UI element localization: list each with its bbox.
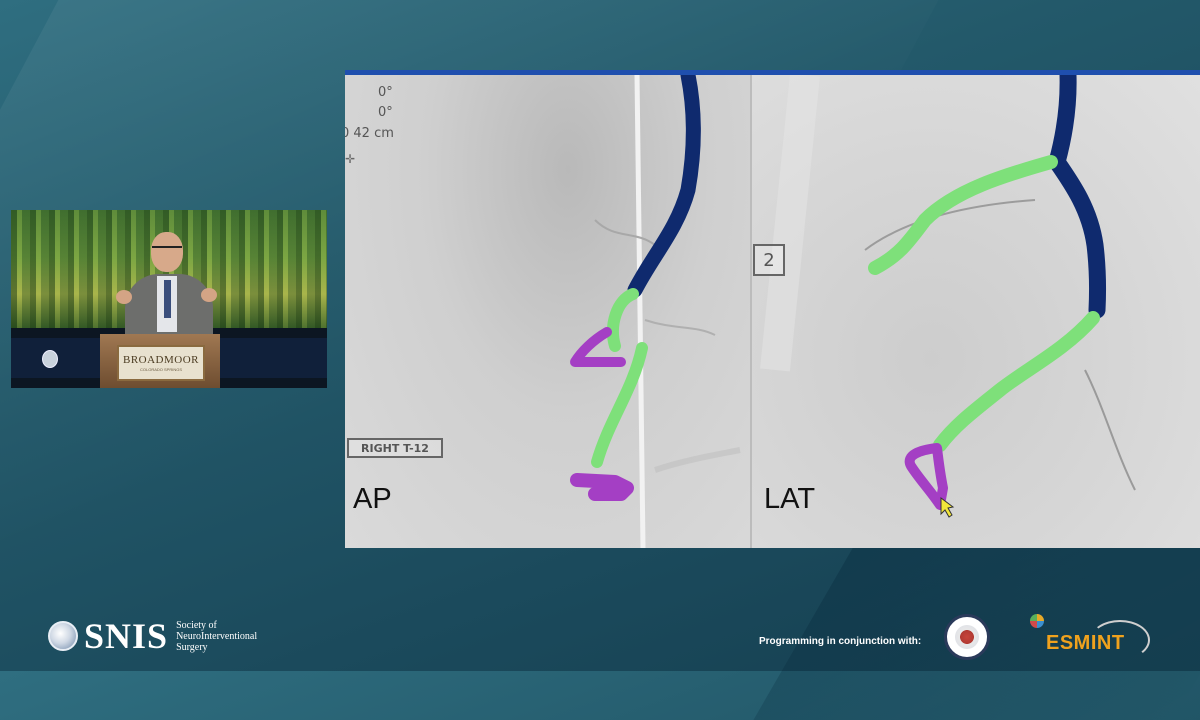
lat-vessel-green-lower <box>933 311 1100 452</box>
snis-logo: SNIS Society of NeuroInterventional Surg… <box>48 615 257 657</box>
speaker-right-hand <box>201 288 217 302</box>
programming-text: Programming in conjunction with: <box>759 636 922 647</box>
cursor-arrow-icon <box>940 497 955 518</box>
snis-name-line-1: Society of <box>176 619 217 631</box>
view-label-ap: AP <box>353 483 392 515</box>
speaker-video-feed[interactable]: BROADMOOR COLORADO SPRINGS <box>11 210 327 388</box>
ap-faint-bone <box>654 447 741 473</box>
ap-catheter-line <box>634 74 646 548</box>
view-label-lat: LAT <box>764 483 816 515</box>
podium-sign-name: BROADMOOR <box>122 354 199 366</box>
ap-faint-vessel-2 <box>644 319 716 336</box>
podium-sign-subtitle: COLORADO SPRINGS <box>139 367 182 372</box>
vessel-overlay <box>570 70 1136 548</box>
lat-faint-vessel-2 <box>1084 369 1136 491</box>
lat-vessel-purple-loop <box>904 443 948 510</box>
esmint-mark-icon <box>1030 614 1044 628</box>
snis-acronym: SNIS <box>84 616 169 656</box>
esmint-logo: ESMINT <box>1030 614 1150 660</box>
snis-name-line-3: Surgery <box>176 641 208 653</box>
slide-top-border <box>345 70 1200 75</box>
angle-readout-1: 0° <box>378 85 393 100</box>
crosshair-icon: ✛ <box>345 152 356 166</box>
ap-vessel-green-upper <box>607 288 639 352</box>
partner-seal-logo <box>944 614 990 660</box>
stage-logo-icon <box>42 350 58 368</box>
speaker-glasses <box>152 246 182 254</box>
speaker-left-hand <box>116 290 132 304</box>
lat-vessel-dark-blue <box>1047 70 1107 319</box>
speaker-tie <box>164 280 171 318</box>
lat-vessel-green-upper <box>868 155 1058 275</box>
esmint-wordmark: ESMINT <box>1046 632 1125 654</box>
lat-faint-bone <box>760 73 820 372</box>
podium-sign: BROADMOOR COLORADO SPRINGS <box>117 345 205 381</box>
ap-faint-vessel <box>594 219 656 246</box>
distance-readout: 0 42 cm <box>345 126 394 141</box>
level-label-box: RIGHT T-12 <box>347 438 443 458</box>
frame-number-box: 2 <box>753 244 785 276</box>
snis-name-line-2: NeuroInterventional <box>176 630 258 642</box>
snis-full-name: Society of NeuroInterventional Surgery <box>176 620 257 653</box>
globe-icon <box>48 621 78 651</box>
angle-readout-2: 0° <box>378 105 393 120</box>
presentation-slide: 0° 0° 0 42 cm ✛ 2 RIGHT T-12 AP LAT <box>345 70 1200 548</box>
ap-vessel-dark-blue <box>627 70 701 298</box>
ap-vessel-purple-lower <box>570 473 634 501</box>
seal-emblem-icon <box>955 625 979 649</box>
